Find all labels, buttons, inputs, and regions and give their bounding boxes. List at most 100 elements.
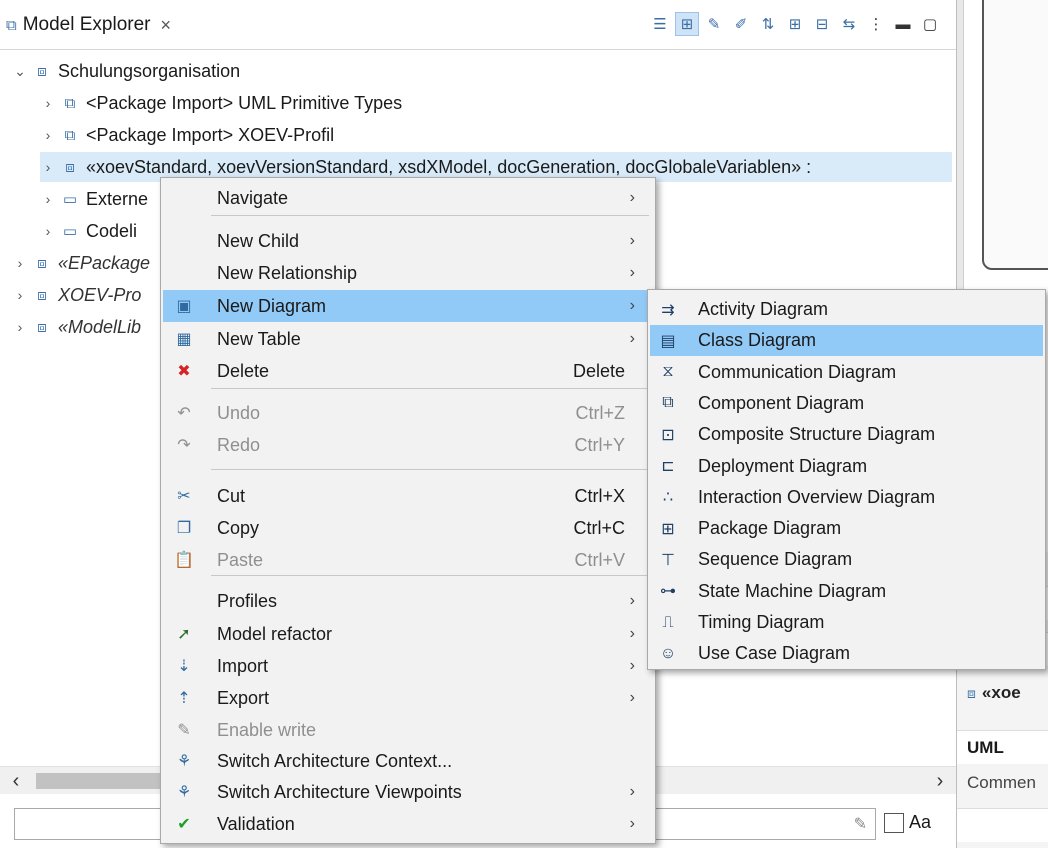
architecture-context-icon: ⚘ [176, 753, 192, 770]
menu-item-copy[interactable]: ❐ Copy Ctrl+C [163, 512, 653, 544]
expand-all-icon[interactable]: ⊞ [783, 12, 807, 36]
customize-view-icon[interactable]: ✎ [702, 12, 726, 36]
menu-item-export[interactable]: ⇡ Export › [163, 682, 653, 714]
model-refactor-icon: ➚ [177, 626, 191, 643]
menu-item-navigate[interactable]: Navigate › [163, 182, 653, 214]
show-list-icon[interactable]: ☰ [648, 12, 672, 36]
view-toolbar: ☰ ⊞ ✎ ✐ ⇅ ⊞ ⊟ ⇆ ⋮ ▬ ▢ [648, 8, 942, 40]
menu-item-new-diagram[interactable]: ▣ New Diagram › [163, 290, 653, 322]
scroll-left-icon[interactable]: ‹ [4, 769, 28, 793]
diagram-shape[interactable] [982, 0, 1048, 270]
expand-arrow-icon[interactable]: › [40, 159, 56, 175]
tree-item[interactable]: › ▭ Codeli [40, 216, 137, 246]
menu-item-paste[interactable]: 📋 Paste Ctrl+V [163, 544, 653, 576]
timing-diagram-icon: ⎍ [662, 613, 674, 631]
menu-item-new-child[interactable]: New Child › [163, 225, 653, 257]
menu-item-switch-architecture-viewpoints[interactable]: ⚘ Switch Architecture Viewpoints › [163, 776, 653, 808]
menu-item-label: Switch Architecture Viewpoints [217, 781, 462, 802]
tree-item[interactable]: › ⧈ «EPackage [12, 248, 150, 278]
menu-item-label: Profiles [217, 590, 278, 611]
menu-separator [211, 215, 649, 216]
menu-item-model-refactor[interactable]: ➚ Model refactor › [163, 618, 653, 650]
tree-item[interactable]: › ⧈ «ModelLib [12, 312, 141, 342]
expand-arrow-icon[interactable]: › [12, 255, 28, 271]
menu-item-enable-write[interactable]: ✎ Enable write [163, 714, 653, 746]
expand-arrow-icon[interactable]: › [40, 95, 56, 111]
scroll-right-icon[interactable]: › [928, 769, 952, 793]
properties-tab-uml[interactable]: UML [957, 730, 1048, 764]
menu-item-shortcut: Ctrl+V [574, 549, 625, 570]
submenu-item-component-diagram[interactable]: ⧉ Component Diagram [650, 388, 1043, 419]
expand-arrow-icon[interactable]: › [12, 319, 28, 335]
package-diagram-icon: ⊞ [661, 520, 675, 538]
menu-item-shortcut: Delete [572, 360, 625, 381]
submenu-item-timing-diagram[interactable]: ⎍ Timing Diagram [650, 607, 1043, 638]
submenu-item-deployment-diagram[interactable]: ⊏ Deployment Diagram [650, 451, 1043, 482]
submenu-item-label: Deployment Diagram [698, 455, 868, 476]
epackage-icon: ⧈ [37, 254, 47, 272]
menu-item-redo[interactable]: ↷ Redo Ctrl+Y [163, 429, 653, 461]
expand-arrow-icon[interactable]: › [40, 127, 56, 143]
collapse-arrow-icon[interactable]: ⌄ [12, 63, 28, 80]
submenu-item-composite-structure-diagram[interactable]: ⊡ Composite Structure Diagram [650, 419, 1043, 450]
case-sensitive-toggle[interactable]: Aa [884, 812, 931, 833]
submenu-arrow-icon: › [629, 330, 635, 347]
submenu-item-class-diagram[interactable]: ▤ Class Diagram [650, 325, 1043, 357]
copy-icon: ❐ [176, 520, 192, 537]
model-icon: ⧈ [37, 286, 47, 304]
expand-arrow-icon[interactable]: › [40, 223, 56, 239]
submenu-item-activity-diagram[interactable]: ⇉ Activity Diagram [650, 294, 1043, 325]
menu-item-cut[interactable]: ✂ Cut Ctrl+X [163, 480, 653, 512]
tree-item[interactable]: › ⧉ <Package Import> UML Primitive Types [40, 88, 402, 118]
view-tab-model-explorer[interactable]: ⧉ Model Explorer × [6, 10, 171, 40]
properties-tab-comments[interactable]: Commen [957, 766, 1048, 800]
menu-item-validation[interactable]: ✔ Validation › [163, 808, 653, 840]
menu-item-label: Export [217, 687, 270, 708]
minimize-icon[interactable]: ▬ [891, 12, 915, 36]
enable-write-icon: ✎ [177, 722, 191, 739]
menu-item-new-table[interactable]: ▦ New Table › [163, 323, 653, 355]
package-icon: ▭ [62, 223, 78, 240]
sync-icon[interactable]: ⇆ [837, 12, 861, 36]
submenu-item-state-machine-diagram[interactable]: ⊶ State Machine Diagram [650, 576, 1043, 607]
tree-item[interactable]: › ⧈ XOEV-Pro [12, 280, 142, 310]
menu-item-profiles[interactable]: Profiles › [163, 585, 653, 617]
maximize-icon[interactable]: ▢ [918, 12, 942, 36]
menu-item-delete[interactable]: ✖ Delete Delete [163, 355, 653, 387]
delete-icon: ✖ [177, 363, 191, 380]
menu-item-import[interactable]: ⇣ Import › [163, 650, 653, 682]
case-sensitive-checkbox[interactable] [884, 812, 904, 833]
tree-item[interactable]: › ⧉ <Package Import> XOEV-Profil [40, 120, 334, 150]
communication-diagram-icon: ⧖ [662, 363, 674, 381]
submenu-item-label: Timing Diagram [698, 612, 825, 632]
expand-arrow-icon[interactable]: › [12, 287, 28, 303]
submenu-item-label: Composite Structure Diagram [698, 424, 936, 445]
sort-alphabetically-icon[interactable]: ⇅ [756, 12, 780, 36]
collapse-all-icon[interactable]: ⊟ [810, 12, 834, 36]
menu-item-new-relationship[interactable]: New Relationship › [163, 257, 653, 289]
expand-arrow-icon[interactable]: › [40, 191, 56, 207]
close-icon[interactable]: × [161, 15, 172, 36]
submenu-item-interaction-overview-diagram[interactable]: ∴ Interaction Overview Diagram [650, 482, 1043, 513]
submenu-item-use-case-diagram[interactable]: ☺ Use Case Diagram [650, 638, 1043, 669]
menu-item-label: Navigate [217, 187, 289, 208]
submenu-arrow-icon: › [629, 264, 635, 281]
package-import-icon: ⧉ [64, 94, 76, 112]
submenu-item-package-diagram[interactable]: ⊞ Package Diagram [650, 513, 1043, 544]
clear-filter-icon[interactable]: ✎ [854, 814, 867, 834]
link-with-editor-icon[interactable]: ⊞ [675, 12, 699, 36]
view-menu-icon[interactable]: ⋮ [864, 12, 888, 36]
menu-item-shortcut: Ctrl+C [573, 517, 625, 538]
submenu-item-communication-diagram[interactable]: ⧖ Communication Diagram [650, 357, 1043, 388]
submenu-item-sequence-diagram[interactable]: ⊤ Sequence Diagram [650, 544, 1043, 575]
menu-item-switch-architecture-context[interactable]: ⚘ Switch Architecture Context... [163, 745, 653, 777]
menu-item-undo[interactable]: ↶ Undo Ctrl+Z [163, 397, 653, 429]
menu-item-label: Delete [217, 360, 270, 381]
sequence-diagram-icon: ⊤ [661, 551, 675, 569]
submenu-item-label: State Machine Diagram [698, 580, 887, 601]
redo-icon: ↷ [177, 437, 191, 454]
tree-item[interactable]: › ▭ Externe [40, 184, 148, 214]
tree-item[interactable]: ⌄ ⧈ Schulungsorganisation [12, 56, 240, 86]
state-machine-diagram-icon: ⊶ [660, 583, 676, 601]
load-customization-icon[interactable]: ✐ [729, 12, 753, 36]
